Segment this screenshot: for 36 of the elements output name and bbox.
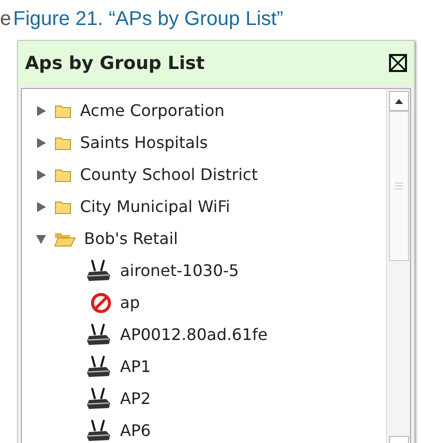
scrollbar[interactable]	[386, 89, 410, 443]
expand-arrow-icon[interactable]	[36, 202, 46, 212]
access-point-icon	[86, 322, 112, 348]
group-item[interactable]: City Municipal WiFi	[80, 195, 230, 219]
blocked-icon	[90, 292, 112, 314]
access-point-icon	[86, 418, 112, 443]
folder-icon	[54, 103, 72, 119]
folder-icon	[54, 199, 72, 215]
figure-caption: Figure 21. “APs by Group List”	[13, 7, 284, 32]
access-point-item[interactable]: AP2	[120, 387, 151, 411]
scroll-thumb[interactable]	[388, 111, 408, 261]
access-point-item[interactable]: AP6	[120, 419, 151, 443]
folder-icon	[54, 135, 72, 151]
group-item[interactable]: Acme Corporation	[80, 99, 224, 123]
panel-title: Aps by Group List	[25, 52, 205, 76]
group-item[interactable]: County School District	[80, 163, 258, 187]
expand-arrow-icon[interactable]	[36, 138, 46, 148]
folder-icon	[54, 167, 72, 183]
expand-arrow-icon[interactable]	[36, 170, 46, 180]
up-arrow-icon	[394, 98, 402, 104]
group-item[interactable]: Saints Hospitals	[80, 131, 208, 155]
group-item[interactable]: Bob's Retail	[84, 227, 178, 251]
access-point-icon	[86, 354, 112, 380]
open-folder-icon	[54, 231, 76, 247]
access-point-item[interactable]: AP0012.80ad.61fe	[120, 323, 268, 347]
close-icon[interactable]	[389, 54, 407, 72]
grip-icon	[394, 182, 402, 190]
body-text-fragment: e	[0, 7, 12, 32]
access-point-item[interactable]: AP1	[120, 355, 151, 379]
access-point-item[interactable]: aironet-1030-5	[120, 259, 239, 283]
scroll-up-button[interactable]	[388, 91, 408, 111]
expand-arrow-icon[interactable]	[36, 106, 46, 116]
collapse-arrow-icon[interactable]	[36, 234, 46, 244]
access-point-icon	[86, 258, 112, 284]
access-point-item[interactable]: ap	[120, 291, 140, 315]
access-point-icon	[86, 386, 112, 412]
